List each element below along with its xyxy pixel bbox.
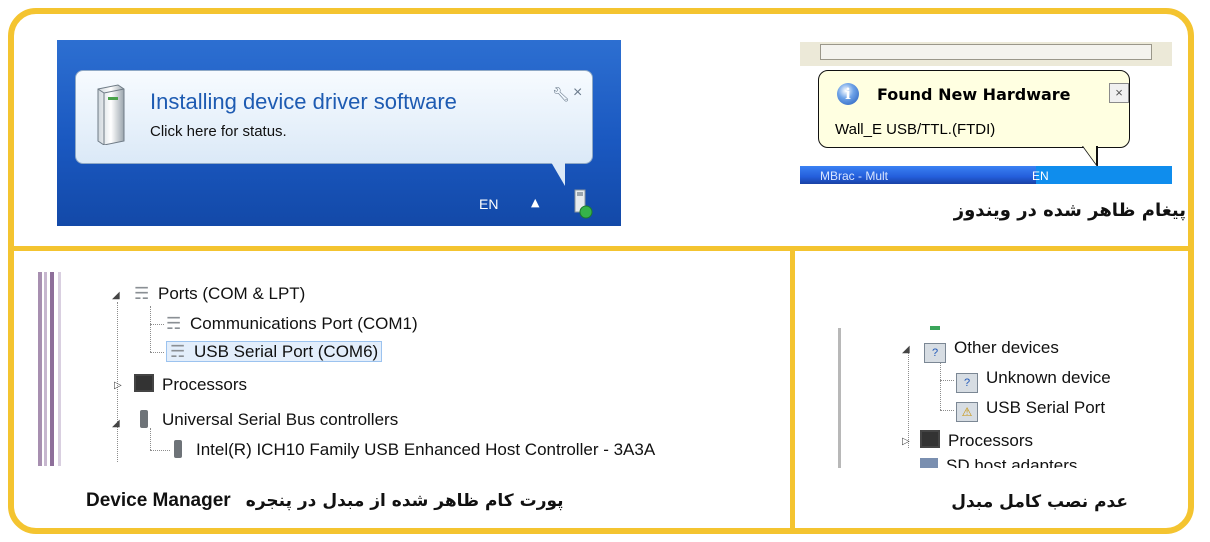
xp-system-tray xyxy=(1036,166,1172,184)
tree-node-usb-serial-port[interactable]: ⚠ USB Serial Port xyxy=(956,398,1105,422)
tree-node-usb-serial-com6[interactable]: ☴ USB Serial Port (COM6) xyxy=(166,341,383,362)
expand-arrow-icon[interactable]: ▷ xyxy=(114,380,122,391)
window-edge-decoration xyxy=(38,272,64,466)
tree-node-usb-controllers[interactable]: Universal Serial Bus controllers xyxy=(140,410,398,430)
collapse-arrow-icon[interactable]: ◢ xyxy=(112,418,120,429)
port-icon: ☴ xyxy=(170,342,186,361)
unknown-device-icon: ? xyxy=(924,343,946,363)
tree-node-label: Other devices xyxy=(954,338,1059,357)
sd-icon xyxy=(920,458,938,468)
language-indicator[interactable]: EN xyxy=(1032,169,1049,183)
win7-taskbar-screenshot: Installing device driver software Click … xyxy=(57,40,621,226)
tree-node-label: Unknown device xyxy=(986,368,1111,387)
collapse-arrow-icon[interactable]: ◢ xyxy=(902,344,910,355)
win7-notification-balloon[interactable]: Installing device driver software Click … xyxy=(75,70,593,164)
horizontal-divider xyxy=(14,246,1188,251)
port-icon: ☴ xyxy=(166,314,182,333)
tree-node-com1[interactable]: ☴ Communications Port (COM1) xyxy=(166,314,418,334)
tree-node-label: Processors xyxy=(162,375,248,394)
xp-notification-balloon[interactable]: i Found New Hardware × Wall_E USB/TTL.(F… xyxy=(818,70,1130,148)
usb-icon xyxy=(140,410,148,428)
notification-title: Found New Hardware xyxy=(877,85,1071,104)
tree-node-label: Processors xyxy=(948,431,1034,450)
tree-node-processors[interactable]: Processors xyxy=(920,430,1033,451)
info-icon: i xyxy=(837,83,859,105)
caption-windows-message: پیغام ظاهر شده در ویندوز xyxy=(953,200,1186,221)
unknown-device-icon: ? xyxy=(956,373,978,393)
winxp-taskbar-screenshot: i Found New Hardware × Wall_E USB/TTL.(F… xyxy=(800,42,1172,184)
taskbar-item[interactable]: MBrac - Mult xyxy=(820,169,888,183)
tree-node-label: USB Serial Port (COM6) xyxy=(194,342,379,361)
tree-node-ports[interactable]: ☴ Ports (COM & LPT) xyxy=(134,284,305,304)
tree-node-label: Communications Port (COM1) xyxy=(190,314,418,333)
collapse-arrow-icon[interactable]: ◢ xyxy=(112,290,120,301)
tree-node-label: Universal Serial Bus controllers xyxy=(162,410,399,429)
language-indicator[interactable]: EN xyxy=(479,196,498,212)
processor-icon xyxy=(134,374,154,392)
wrench-icon[interactable]: 🔧︎ xyxy=(552,87,570,103)
close-icon[interactable]: × xyxy=(1109,83,1129,103)
notification-title: Installing device driver software xyxy=(150,89,457,114)
processor-icon xyxy=(920,430,940,448)
tree-node-label: Ports (COM & LPT) xyxy=(158,284,306,303)
caption-incomplete-install: عدم نصب کامل مبدل xyxy=(951,492,1128,512)
tree-node-other-devices[interactable]: ? Other devices xyxy=(924,338,1059,363)
window-edge-decoration xyxy=(838,328,841,468)
tree-node-label: Intel(R) ICH10 Family USB Enhanced Host … xyxy=(196,440,656,459)
notification-status-link[interactable]: Click here for status. xyxy=(150,123,287,140)
close-icon[interactable]: × xyxy=(573,84,582,102)
tree-node-label: SD host adapters xyxy=(946,458,1078,468)
tree-node-label: USB Serial Port xyxy=(986,398,1106,417)
notification-message: Wall_E USB/TTL.(FTDI) xyxy=(835,121,996,138)
port-icon: ☴ xyxy=(134,284,150,303)
usb-icon xyxy=(174,440,182,458)
usb-device-tray-icon[interactable] xyxy=(569,188,595,220)
window-top-strip xyxy=(800,42,1172,67)
tree-node-intel-controller[interactable]: Intel(R) ICH10 Family USB Enhanced Host … xyxy=(174,440,655,460)
show-hidden-icons-arrow[interactable]: ▲ xyxy=(531,196,539,209)
tree-node-processors[interactable]: Processors xyxy=(134,374,247,395)
caption-en: Device Manager xyxy=(86,490,231,511)
expand-arrow-icon[interactable]: ▷ xyxy=(902,436,910,447)
caption-device-manager: Device Manager پورت کام ظاهر شده از مبدل… xyxy=(86,490,564,512)
vertical-divider xyxy=(790,251,795,531)
tree-node-unknown-device[interactable]: ? Unknown device xyxy=(956,368,1111,393)
system-tray: EN ▲ xyxy=(57,176,621,226)
warning-device-icon: ⚠ xyxy=(956,402,978,422)
caption-fa: پورت کام ظاهر شده از مبدل در پنجره xyxy=(245,491,564,511)
tree-node-sd-host[interactable]: SD host adapters xyxy=(920,458,1100,468)
device-driver-icon xyxy=(97,84,125,145)
